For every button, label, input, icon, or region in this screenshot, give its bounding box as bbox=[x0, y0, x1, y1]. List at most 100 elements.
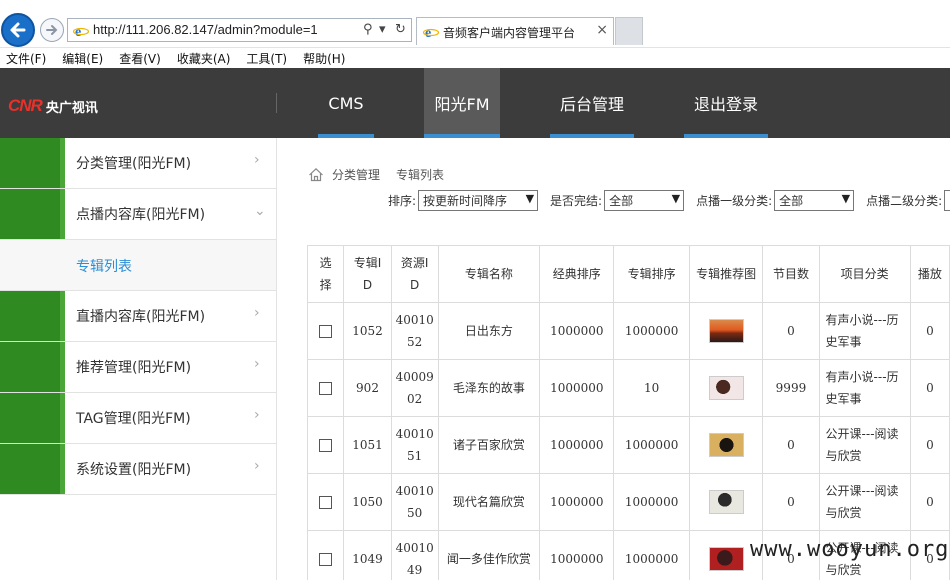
forward-arrow-icon bbox=[46, 25, 58, 35]
cell-image bbox=[688, 359, 764, 417]
home-icon[interactable] bbox=[308, 167, 324, 182]
new-tab-button[interactable] bbox=[615, 17, 643, 45]
finished-select[interactable]: 全部 ▼ bbox=[604, 190, 685, 211]
chevron-down-icon: ▼ bbox=[525, 192, 535, 205]
back-button[interactable] bbox=[1, 13, 35, 47]
cell-album-order: 1000000 bbox=[613, 530, 690, 580]
sidebar-item-marker bbox=[0, 444, 65, 494]
row-checkbox[interactable] bbox=[319, 382, 333, 395]
watermark: www.wooyun.org bbox=[750, 537, 950, 562]
category1-select[interactable]: 全部 ▼ bbox=[774, 190, 855, 211]
col-image: 专辑推荐图 bbox=[688, 245, 764, 303]
menu-bar: 文件(F) 编辑(E) 查看(V) 收藏夹(A) 工具(T) 帮助(H) bbox=[0, 47, 950, 68]
menu-file[interactable]: 文件(F) bbox=[6, 50, 46, 67]
header-divider bbox=[276, 93, 277, 113]
cell-episodes: 0 bbox=[762, 302, 820, 360]
cell-resource-id: 40009 02 bbox=[390, 359, 439, 417]
table-row: 1052 40010 52 日出东方 1000000 1000000 0 有声小说… bbox=[306, 302, 950, 360]
chevron-down-icon: ⌄ bbox=[254, 203, 266, 219]
breadcrumb-level1[interactable]: 分类管理 bbox=[332, 166, 380, 183]
sidebar-item-marker bbox=[0, 189, 65, 239]
row-checkbox[interactable] bbox=[319, 496, 333, 509]
forward-button[interactable] bbox=[40, 18, 64, 42]
author-thumbnail[interactable] bbox=[708, 490, 744, 514]
category2-label: 点播二级分类: bbox=[866, 194, 943, 208]
nav-backend[interactable]: 后台管理 bbox=[550, 68, 634, 138]
chevron-right-icon: › bbox=[254, 152, 260, 168]
menu-help[interactable]: 帮助(H) bbox=[303, 50, 345, 67]
row-checkbox[interactable] bbox=[319, 439, 333, 452]
nav-cms[interactable]: CMS bbox=[318, 68, 374, 138]
sidebar: 分类管理(阳光FM) › 点播内容库(阳光FM) ⌄ 专辑列表 直播内容库(阳光… bbox=[0, 138, 277, 580]
chevron-down-icon[interactable]: ▾ bbox=[379, 22, 386, 37]
menu-edit[interactable]: 编辑(E) bbox=[62, 50, 103, 67]
chevron-down-icon: ▼ bbox=[841, 192, 851, 205]
cell-category: 公开课---阅读 与欣赏 bbox=[818, 473, 911, 531]
sidebar-item-recommend[interactable]: 推荐管理(阳光FM) › bbox=[0, 342, 276, 393]
chevron-right-icon: › bbox=[254, 305, 260, 321]
cell-album-order: 10 bbox=[613, 359, 690, 417]
cell-resource-id: 40010 52 bbox=[390, 302, 439, 360]
philosophy-thumbnail[interactable] bbox=[708, 433, 744, 457]
cell-album-id: 1052 bbox=[343, 302, 392, 360]
nav-logout[interactable]: 退出登录 bbox=[684, 68, 768, 138]
cell-play: 0 bbox=[909, 473, 950, 531]
finished-select-value: 全部 bbox=[609, 194, 634, 208]
refresh-icon[interactable]: ↻ bbox=[395, 22, 406, 37]
sidebar-item-marker bbox=[0, 138, 65, 188]
back-arrow-icon bbox=[10, 22, 26, 38]
sidebar-item-settings[interactable]: 系统设置(阳光FM) › bbox=[0, 444, 276, 495]
cell-album-id: 1049 bbox=[343, 530, 392, 580]
sidebar-item-label: 推荐管理(阳光FM) bbox=[76, 360, 192, 376]
cell-image bbox=[688, 416, 764, 474]
poet-thumbnail[interactable] bbox=[708, 547, 744, 571]
cell-album-id: 1050 bbox=[343, 473, 392, 531]
sunrise-thumbnail[interactable] bbox=[708, 319, 744, 343]
cell-episodes: 9999 bbox=[762, 359, 820, 417]
tab-title: 音频客户端内容管理平台 bbox=[443, 26, 576, 40]
menu-tools[interactable]: 工具(T) bbox=[246, 50, 287, 67]
sidebar-item-marker bbox=[0, 342, 65, 392]
nav-sunshine-fm[interactable]: 阳光FM bbox=[424, 68, 500, 138]
finished-label: 是否完结: bbox=[550, 194, 603, 208]
table-row: 1050 40010 50 现代名篇欣赏 1000000 1000000 0 公开… bbox=[306, 473, 950, 531]
sidebar-item-vod-library[interactable]: 点播内容库(阳光FM) ⌄ bbox=[0, 189, 276, 240]
cell-classic-order: 1000000 bbox=[539, 416, 615, 474]
menu-favorites[interactable]: 收藏夹(A) bbox=[177, 50, 231, 67]
row-checkbox[interactable] bbox=[319, 553, 333, 566]
address-bar[interactable]: e http://111.206.82.147/admin?module=1 ⚲… bbox=[67, 18, 412, 42]
cell-album-id: 902 bbox=[343, 359, 392, 417]
nav-cms-label: CMS bbox=[328, 93, 364, 113]
sidebar-item-category[interactable]: 分类管理(阳光FM) › bbox=[0, 138, 276, 189]
sidebar-subitem-album-list[interactable]: 专辑列表 bbox=[0, 240, 276, 291]
cell-image bbox=[688, 473, 764, 531]
menu-view[interactable]: 查看(V) bbox=[119, 50, 161, 67]
cell-resource-id: 40010 50 bbox=[390, 473, 439, 531]
table-row: 1051 40010 51 诸子百家欣赏 1000000 1000000 0 公开… bbox=[306, 416, 950, 474]
breadcrumb-level2: 专辑列表 bbox=[396, 168, 445, 182]
search-icon[interactable]: ⚲ bbox=[363, 22, 373, 37]
app-header: CNR 央广视讯 CMS 阳光FM 后台管理 退出登录 bbox=[0, 68, 950, 138]
logo: CNR 央广视讯 bbox=[8, 96, 98, 116]
cell-album-name: 诸子百家欣赏 bbox=[437, 416, 541, 474]
cell-album-name: 日出东方 bbox=[437, 302, 541, 360]
table-row: 902 40009 02 毛泽东的故事 1000000 10 9999 有声小说-… bbox=[306, 359, 950, 417]
close-icon[interactable]: × bbox=[596, 22, 608, 38]
col-category: 项目分类 bbox=[818, 245, 911, 303]
sidebar-item-tag[interactable]: TAG管理(阳光FM) › bbox=[0, 393, 276, 444]
col-resource-id: 资源I D bbox=[390, 245, 439, 303]
chevron-right-icon: › bbox=[254, 407, 260, 423]
row-checkbox[interactable] bbox=[319, 325, 333, 338]
cell-resource-id: 40010 49 bbox=[390, 530, 439, 580]
url-text[interactable]: http://111.206.82.147/admin?module=1 bbox=[93, 22, 318, 37]
portrait-thumbnail[interactable] bbox=[708, 376, 744, 400]
sort-select[interactable]: 按更新时间降序 ▼ bbox=[418, 190, 539, 211]
sidebar-item-label: 专辑列表 bbox=[76, 259, 132, 275]
category2-select[interactable] bbox=[944, 190, 950, 211]
nav-backend-label: 后台管理 bbox=[559, 95, 624, 114]
browser-tab[interactable]: e 音频客户端内容管理平台 × bbox=[416, 17, 614, 45]
cell-play: 0 bbox=[909, 302, 950, 360]
svg-text:e: e bbox=[75, 25, 81, 39]
sidebar-item-live-library[interactable]: 直播内容库(阳光FM) › bbox=[0, 291, 276, 342]
cell-classic-order: 1000000 bbox=[539, 359, 615, 417]
